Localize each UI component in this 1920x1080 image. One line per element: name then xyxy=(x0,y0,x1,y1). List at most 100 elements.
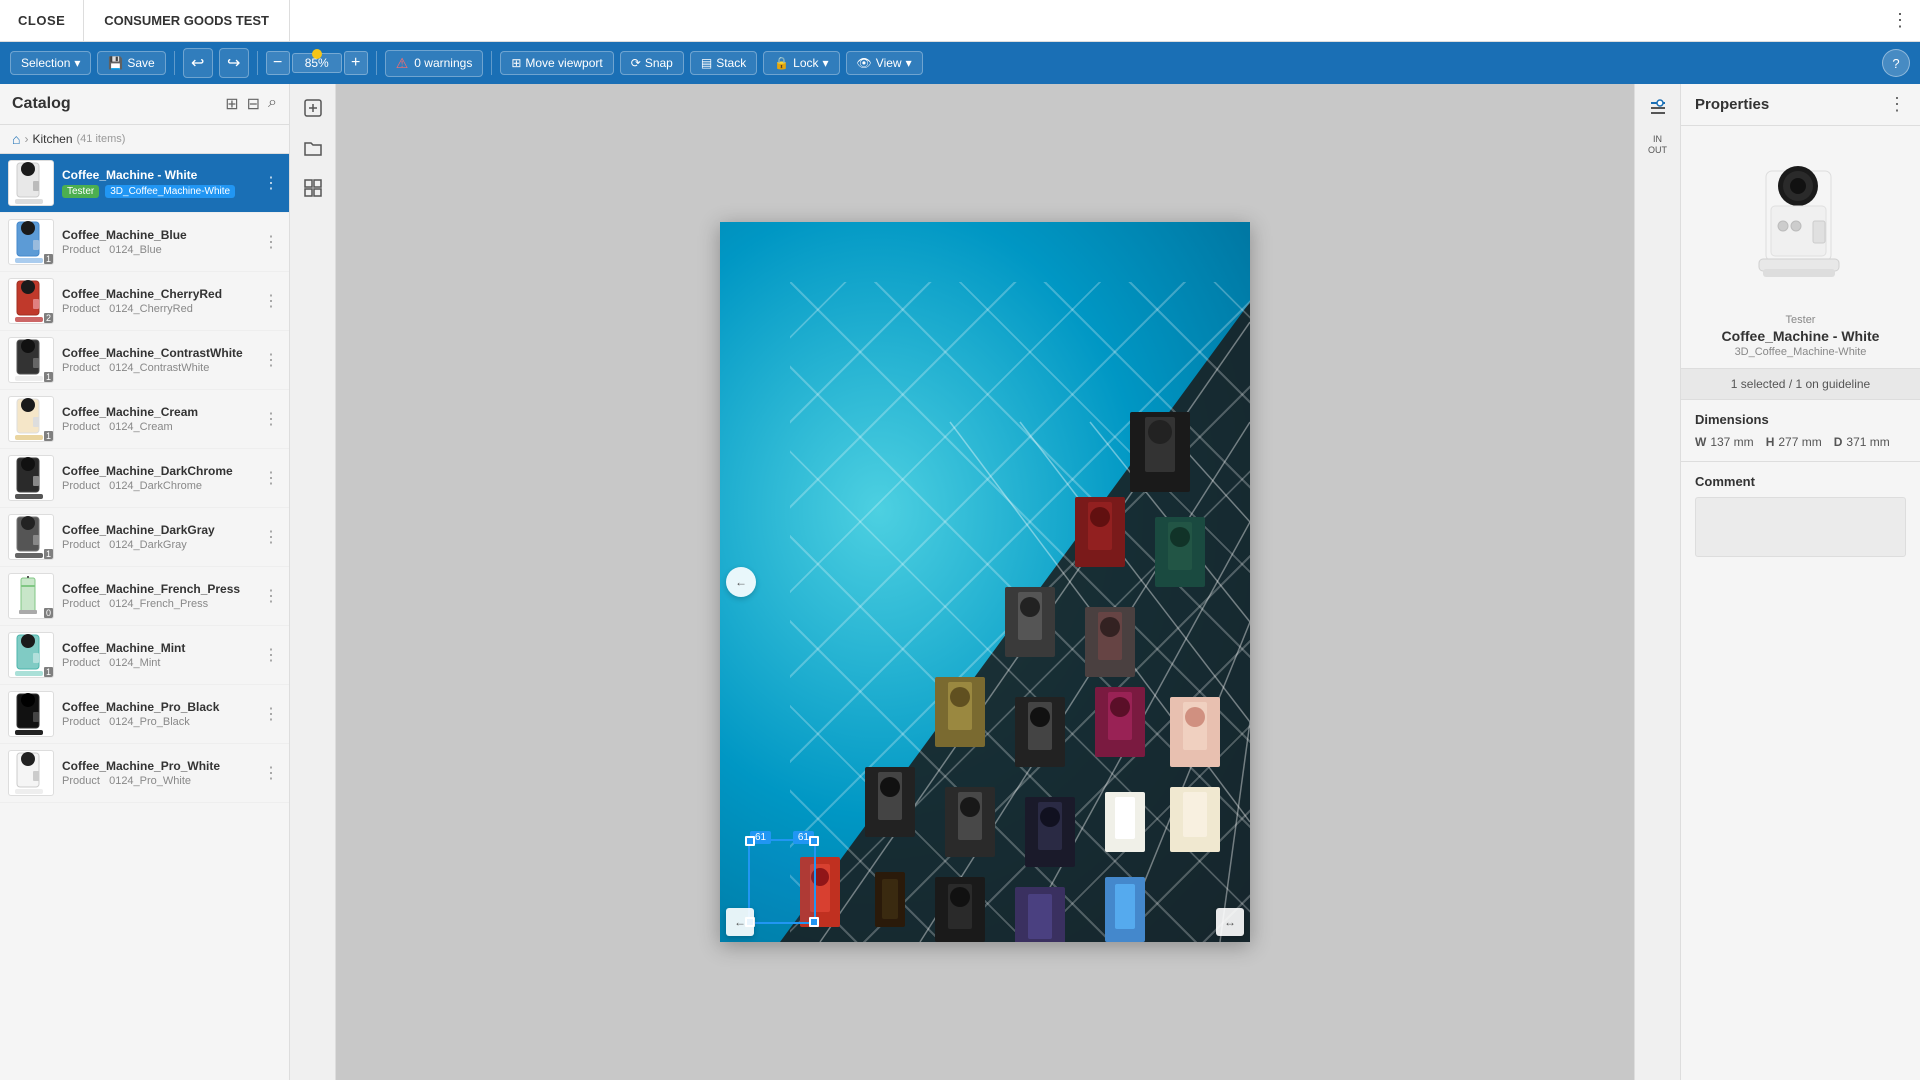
canvas-area[interactable]: 61 61 ← ← ↔ xyxy=(336,84,1634,1080)
canvas-viewport[interactable]: 61 61 ← ← ↔ xyxy=(720,222,1250,942)
properties-header: Properties ⋮ xyxy=(1681,84,1920,126)
item-more-icon[interactable]: ⋮ xyxy=(261,289,281,313)
3d-tag: 3D_Coffee_Machine-White xyxy=(105,185,235,198)
selection-button[interactable]: Selection ▾ xyxy=(10,51,91,75)
item-name: Coffee_Machine_Cream xyxy=(62,405,253,421)
item-product: Product 0124_DarkGray xyxy=(62,539,253,551)
list-item[interactable]: 1 Coffee_Machine_ContrastWhite Product 0… xyxy=(0,331,289,390)
item-thumbnail: 1 xyxy=(8,514,54,560)
open-folder-tool[interactable] xyxy=(295,130,331,166)
product-image-box xyxy=(1731,146,1871,306)
zoom-dot xyxy=(312,49,322,59)
list-item[interactable]: 2 Coffee_Machine_CherryRed Product 0124_… xyxy=(0,272,289,331)
warnings-button[interactable]: ⚠ 0 warnings xyxy=(385,50,484,77)
handle-tr[interactable] xyxy=(809,836,819,846)
item-more-icon[interactable]: ⋮ xyxy=(261,584,281,608)
selection-info: 1 selected / 1 on guideline xyxy=(1681,369,1920,400)
left-tool-panel xyxy=(290,84,336,1080)
stack-icon: ▤ xyxy=(701,56,712,70)
undo-button[interactable]: ↩ xyxy=(183,48,213,78)
item-name: Coffee_Machine_Pro_Black xyxy=(62,700,253,716)
item-name: Coffee_Machine_ContrastWhite xyxy=(62,346,253,362)
item-product: Product 0124_CherryRed xyxy=(62,303,253,315)
dimensions-title: Dimensions xyxy=(1695,412,1906,427)
item-product: Product 0124_Mint xyxy=(62,657,253,669)
product-preview: Tester Coffee_Machine - White 3D_Coffee_… xyxy=(1681,126,1920,369)
item-product: Product 0124_Pro_White xyxy=(62,775,253,787)
comment-input[interactable] xyxy=(1695,497,1906,557)
catalog-filter-icon[interactable]: ⊟ xyxy=(247,94,260,114)
item-thumbnail xyxy=(8,750,54,796)
catalog-title: Catalog xyxy=(12,95,71,113)
close-label: CLOSE xyxy=(18,13,65,28)
in-out-button[interactable]: IN OUT xyxy=(1644,130,1671,159)
list-item[interactable]: 1 Coffee_Machine_Mint Product 0124_Mint … xyxy=(0,626,289,685)
comment-section: Comment xyxy=(1681,462,1920,569)
breadcrumb-section: Kitchen xyxy=(32,132,72,146)
list-item[interactable]: Coffee_Machine_Pro_Black Product 0124_Pr… xyxy=(0,685,289,744)
redo-button[interactable]: ↪ xyxy=(219,48,249,78)
item-product: Product 0124_DarkChrome xyxy=(62,480,253,492)
snap-button[interactable]: ⟳ Snap xyxy=(620,51,684,75)
zoom-out-button[interactable]: − xyxy=(266,51,290,75)
canvas-nav-bottom-left[interactable]: ← xyxy=(726,908,754,936)
canvas-nav-left[interactable]: ← xyxy=(726,567,756,597)
stack-button[interactable]: ▤ Stack xyxy=(690,51,757,75)
handle-br[interactable] xyxy=(809,917,819,927)
item-name: Coffee_Machine_Mint xyxy=(62,641,253,657)
item-product: Product 0124_ContrastWhite xyxy=(62,362,253,374)
handle-tl[interactable] xyxy=(745,836,755,846)
comment-title: Comment xyxy=(1695,474,1906,489)
item-more-icon[interactable]: ⋮ xyxy=(261,761,281,785)
add-item-tool[interactable] xyxy=(295,90,331,126)
list-item[interactable]: Coffee_Machine - White Tester 3D_Coffee_… xyxy=(0,154,289,213)
list-item[interactable]: Coffee_Machine_Pro_White Product 0124_Pr… xyxy=(0,744,289,803)
list-item[interactable]: 0 Coffee_Machine_French_Press Product 01… xyxy=(0,567,289,626)
save-icon: 💾 xyxy=(108,56,123,70)
item-more-icon[interactable]: ⋮ xyxy=(261,466,281,490)
catalog-search-icon[interactable]: ⌕ xyxy=(268,94,277,114)
zoom-in-button[interactable]: + xyxy=(344,51,368,75)
properties-tool[interactable] xyxy=(1640,90,1676,126)
item-more-icon[interactable]: ⋮ xyxy=(261,348,281,372)
save-button[interactable]: 💾 Save xyxy=(97,51,165,75)
item-more-icon[interactable]: ⋮ xyxy=(261,525,281,549)
item-more-icon[interactable]: ⋮ xyxy=(261,702,281,726)
item-more-icon[interactable]: ⋮ xyxy=(261,171,281,195)
lock-button[interactable]: 🔒 Lock ▾ xyxy=(763,51,839,75)
canvas-nav-expand[interactable]: ↔ xyxy=(1216,908,1244,936)
topbar-more-icon[interactable]: ⋮ xyxy=(1880,0,1920,42)
properties-title: Properties xyxy=(1695,96,1769,113)
item-more-icon[interactable]: ⋮ xyxy=(261,230,281,254)
close-button[interactable]: CLOSE xyxy=(0,0,84,42)
product-image xyxy=(1741,151,1861,301)
list-item[interactable]: 1 Coffee_Machine_Cream Product 0124_Crea… xyxy=(0,390,289,449)
item-more-icon[interactable]: ⋮ xyxy=(261,407,281,431)
list-item[interactable]: 1 Coffee_Machine_Blue Product 0124_Blue … xyxy=(0,213,289,272)
item-name: Coffee_Machine_DarkGray xyxy=(62,523,253,539)
list-item[interactable]: Coffee_Machine_DarkChrome Product 0124_D… xyxy=(0,449,289,508)
chevron-down-icon: ▾ xyxy=(74,56,80,70)
breadcrumb-home-icon[interactable]: ⌂ xyxy=(12,131,20,147)
grid-tool[interactable] xyxy=(295,170,331,206)
breadcrumb-count: (41 items) xyxy=(77,133,126,145)
properties-more-icon[interactable]: ⋮ xyxy=(1888,94,1906,115)
move-viewport-button[interactable]: ⊞ Move viewport xyxy=(500,51,613,75)
w-value: 137 mm xyxy=(1710,435,1753,449)
item-thumbnail: 1 xyxy=(8,396,54,442)
h-value: 277 mm xyxy=(1778,435,1821,449)
lock-icon: 🔒 xyxy=(774,56,789,70)
toolbar: Selection ▾ 💾 Save ↩ ↪ − 85% + ⚠ 0 warni… xyxy=(0,42,1920,84)
list-item[interactable]: 1 Coffee_Machine_DarkGray Product 0124_D… xyxy=(0,508,289,567)
item-thumbnail xyxy=(8,455,54,501)
catalog-layout-icon[interactable]: ⊞ xyxy=(225,94,238,114)
main-area: Catalog ⊞ ⊟ ⌕ ⌂ › Kitchen (41 items) xyxy=(0,84,1920,1080)
d-value: 371 mm xyxy=(1846,435,1889,449)
selected-item-overlay: 61 61 xyxy=(748,839,816,924)
item-name: Coffee_Machine_Pro_White xyxy=(62,759,253,775)
help-button[interactable]: ? xyxy=(1882,49,1910,77)
item-name: Coffee_Machine_CherryRed xyxy=(62,287,253,303)
props-product-sub: 3D_Coffee_Machine-White xyxy=(1735,346,1867,358)
view-button[interactable]: 👁 View ▾ xyxy=(846,51,923,75)
item-more-icon[interactable]: ⋮ xyxy=(261,643,281,667)
